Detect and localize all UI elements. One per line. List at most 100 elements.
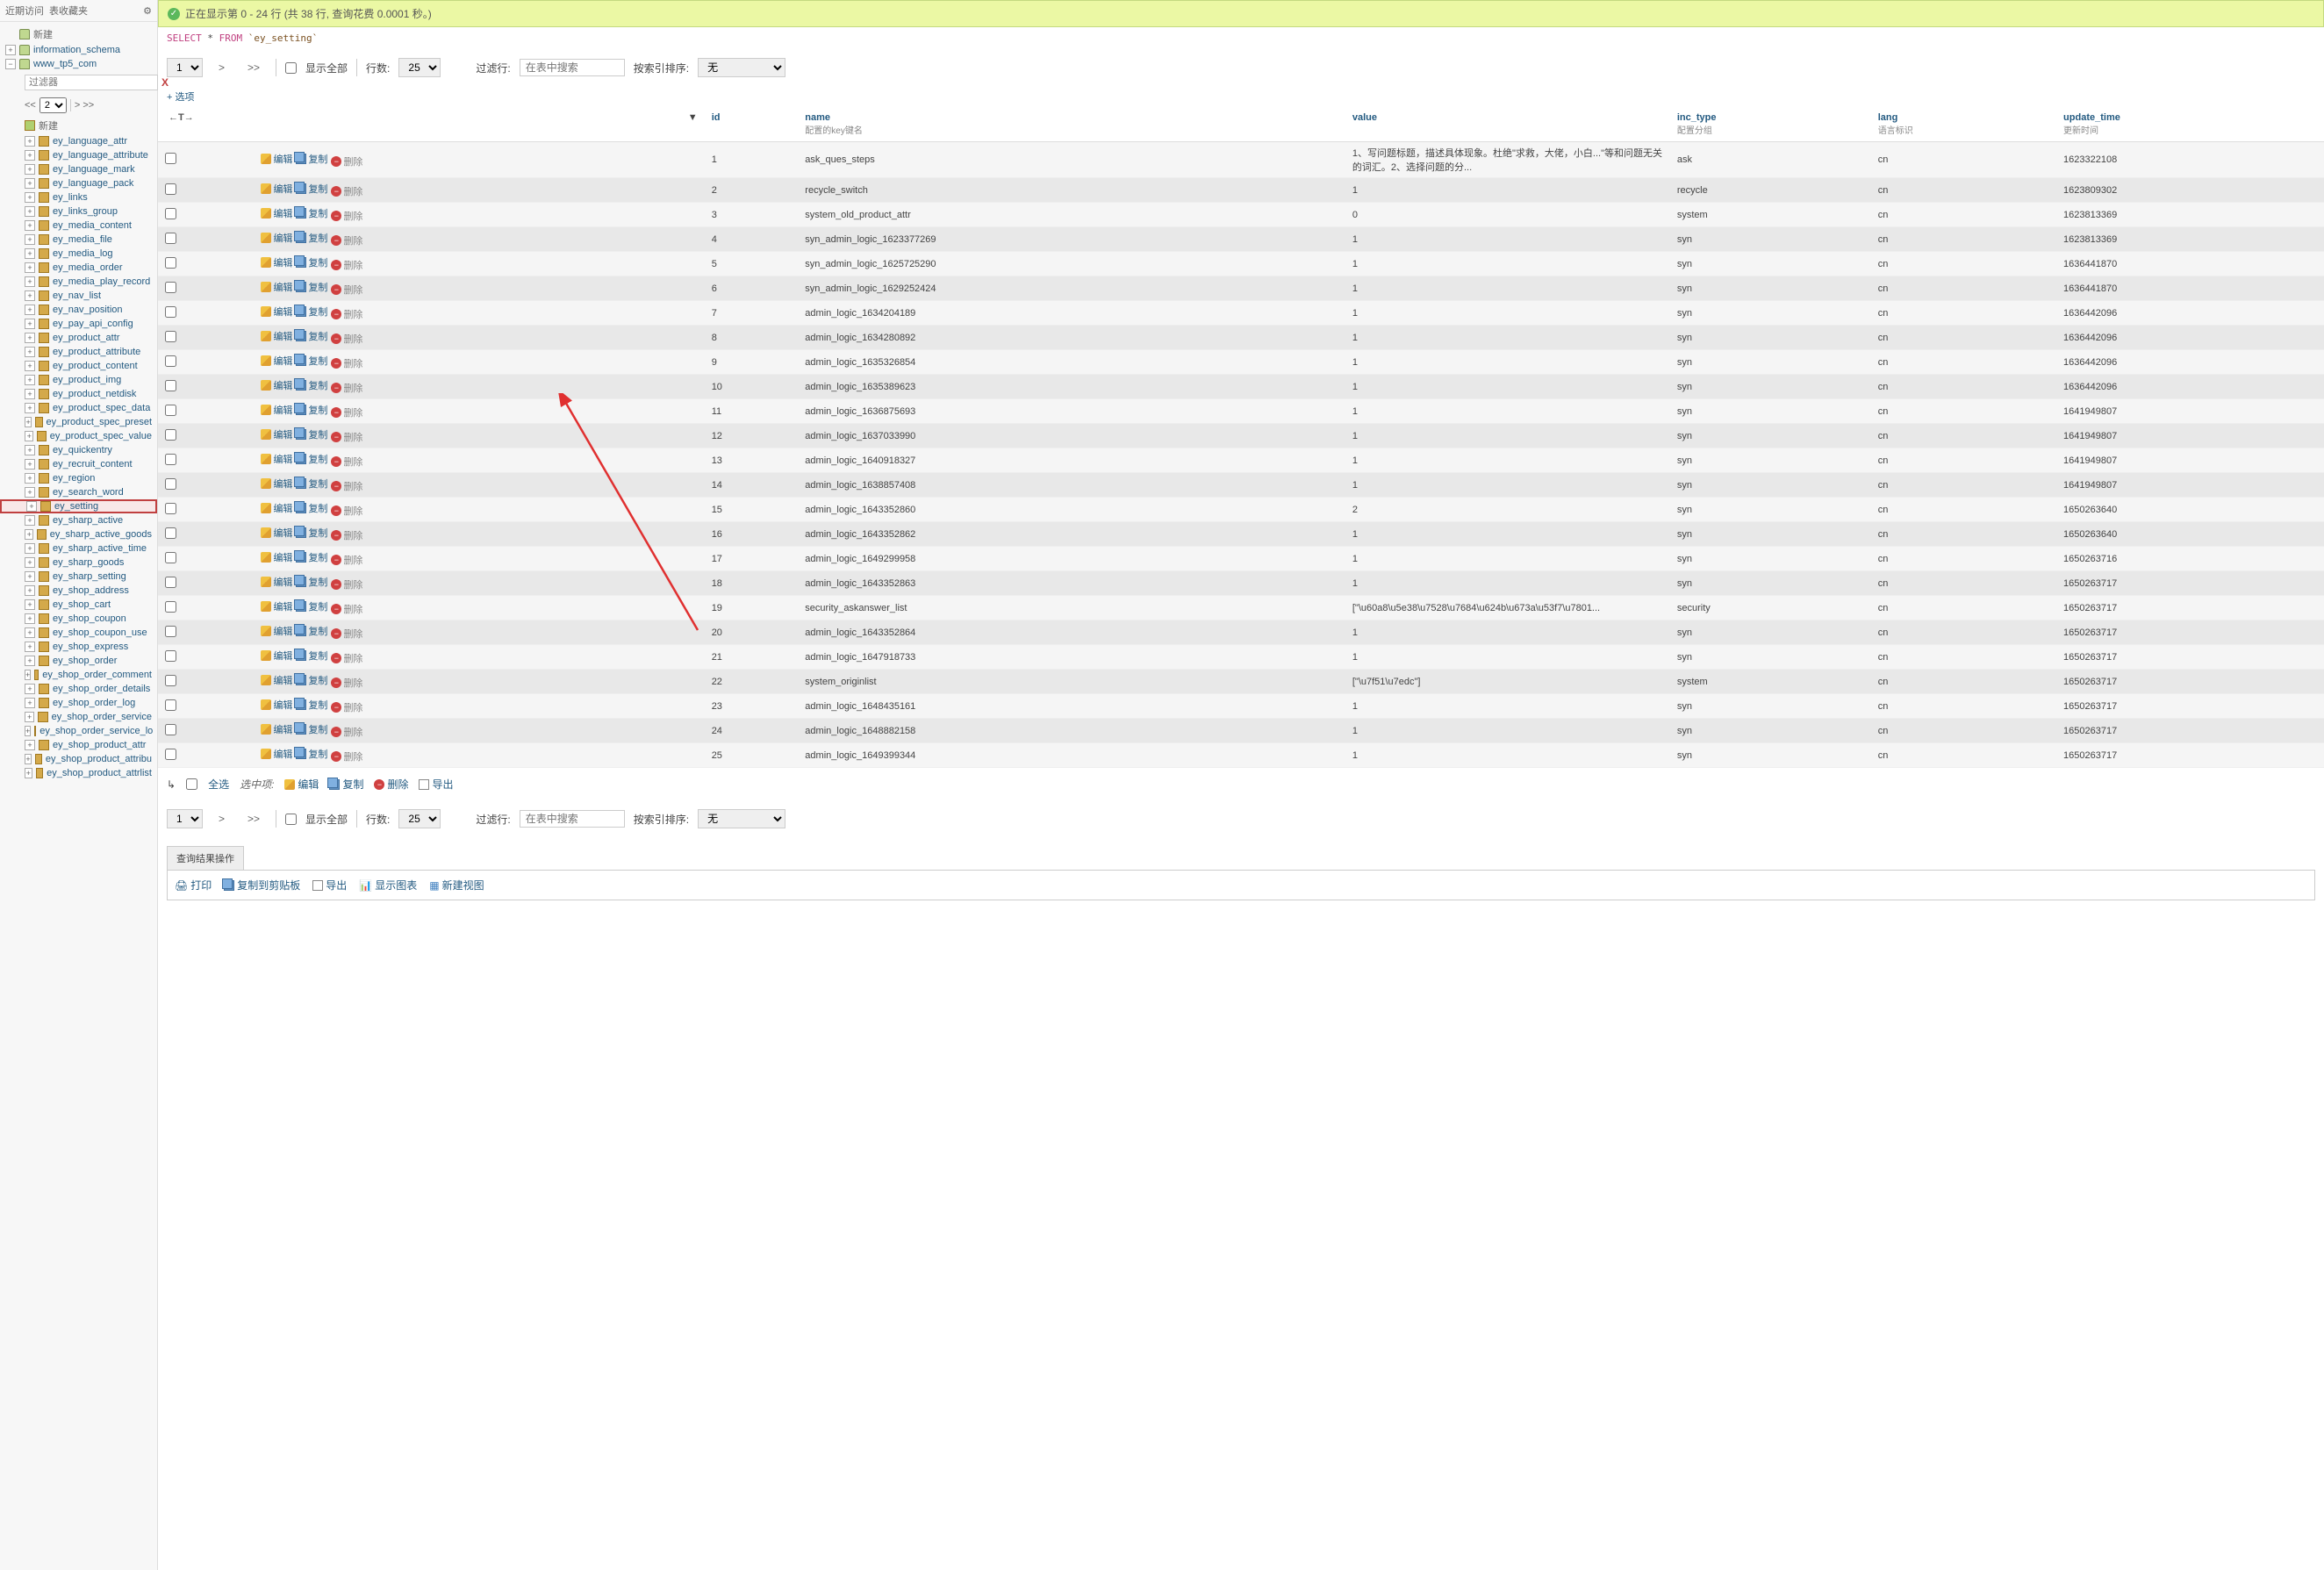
- bulk-copy[interactable]: 复制: [329, 777, 363, 792]
- copy-link[interactable]: 复制: [296, 477, 327, 491]
- copy-link[interactable]: 复制: [296, 255, 327, 269]
- col-name[interactable]: name: [805, 112, 830, 123]
- expand-icon[interactable]: +: [25, 333, 35, 343]
- delete-link[interactable]: −删除: [331, 577, 362, 591]
- table-ey-product-spec-data[interactable]: +ey_product_spec_data: [0, 401, 157, 415]
- expand-icon[interactable]: +: [25, 712, 34, 722]
- expand-icon[interactable]: +: [25, 726, 31, 736]
- row-checkbox[interactable]: [165, 282, 176, 293]
- row-checkbox[interactable]: [165, 183, 176, 195]
- edit-link[interactable]: 编辑: [261, 378, 292, 392]
- sort-select[interactable]: 无: [698, 58, 785, 77]
- table-ey-search-word[interactable]: +ey_search_word: [0, 485, 157, 499]
- table-ey-media-play-record[interactable]: +ey_media_play_record: [0, 275, 157, 289]
- select-all-link[interactable]: 全选: [208, 777, 229, 792]
- expand-icon[interactable]: +: [25, 754, 32, 764]
- bulk-delete[interactable]: −删除: [374, 777, 408, 792]
- table-ey-shop-product-attr[interactable]: +ey_shop_product_attr: [0, 738, 157, 752]
- expand-icon[interactable]: +: [25, 740, 35, 750]
- col-value[interactable]: value: [1352, 112, 1377, 123]
- edit-link[interactable]: 编辑: [261, 575, 292, 589]
- tree-new-table[interactable]: 新建: [0, 117, 157, 134]
- delete-link[interactable]: −删除: [331, 651, 362, 665]
- expand-icon[interactable]: +: [25, 347, 35, 357]
- page-number-select[interactable]: 1: [167, 58, 203, 77]
- delete-link[interactable]: −删除: [331, 258, 362, 272]
- copy-link[interactable]: 复制: [296, 673, 327, 687]
- row-checkbox[interactable]: [165, 724, 176, 735]
- edit-link[interactable]: 编辑: [261, 403, 292, 417]
- table-ey-shop-cart[interactable]: +ey_shop_cart: [0, 598, 157, 612]
- table-ey-language-pack[interactable]: +ey_language_pack: [0, 176, 157, 190]
- delete-link[interactable]: −删除: [331, 602, 362, 616]
- table-ey-language-mark[interactable]: +ey_language_mark: [0, 162, 157, 176]
- create-view-link[interactable]: ▦新建视图: [429, 878, 484, 893]
- table-ey-shop-product-attrlist[interactable]: +ey_shop_product_attrlist: [0, 766, 157, 780]
- expand-icon[interactable]: +: [25, 262, 35, 273]
- expand-icon[interactable]: +: [25, 389, 35, 399]
- copy-link[interactable]: 复制: [296, 354, 327, 368]
- table-ey-sharp-goods[interactable]: +ey_sharp_goods: [0, 556, 157, 570]
- expand-icon[interactable]: +: [25, 319, 35, 329]
- copy-link[interactable]: 复制: [296, 501, 327, 515]
- expand-icon[interactable]: +: [25, 557, 35, 568]
- edit-link[interactable]: 编辑: [261, 599, 292, 613]
- edit-link[interactable]: 编辑: [261, 354, 292, 368]
- table-ey-product-img[interactable]: +ey_product_img: [0, 373, 157, 387]
- table-ey-product-content[interactable]: +ey_product_content: [0, 359, 157, 373]
- edit-link[interactable]: 编辑: [261, 305, 292, 319]
- delete-link[interactable]: −删除: [331, 700, 362, 714]
- filter-input-bottom[interactable]: [520, 810, 625, 828]
- expand-icon[interactable]: +: [25, 220, 35, 231]
- edit-link[interactable]: 编辑: [261, 550, 292, 564]
- copy-link[interactable]: 复制: [296, 624, 327, 638]
- expand-icon[interactable]: +: [25, 585, 35, 596]
- sort-select-bottom[interactable]: 无: [698, 809, 785, 828]
- expand-icon[interactable]: +: [5, 45, 16, 55]
- row-checkbox[interactable]: [165, 233, 176, 244]
- chart-link[interactable]: 📊显示图表: [359, 878, 417, 893]
- page-next[interactable]: > >>: [75, 100, 94, 111]
- copy-link[interactable]: 复制: [296, 378, 327, 392]
- expand-icon[interactable]: +: [25, 670, 31, 680]
- expand-icon[interactable]: +: [25, 768, 32, 778]
- table-ey-language-attr[interactable]: +ey_language_attr: [0, 134, 157, 148]
- expand-icon[interactable]: +: [25, 403, 35, 413]
- row-checkbox[interactable]: [165, 650, 176, 662]
- edit-link[interactable]: 编辑: [261, 477, 292, 491]
- delete-link[interactable]: −删除: [331, 725, 362, 739]
- col-lang[interactable]: lang: [1878, 112, 1898, 123]
- show-all-checkbox-bottom[interactable]: [285, 814, 297, 825]
- row-checkbox[interactable]: [165, 306, 176, 318]
- delete-link[interactable]: −删除: [331, 504, 362, 518]
- row-checkbox[interactable]: [165, 153, 176, 164]
- copy-link[interactable]: 复制: [296, 152, 327, 166]
- copy-link[interactable]: 复制: [296, 526, 327, 540]
- table-ey-product-attr[interactable]: +ey_product_attr: [0, 331, 157, 345]
- edit-link[interactable]: 编辑: [261, 452, 292, 466]
- row-checkbox[interactable]: [165, 380, 176, 391]
- expand-icon[interactable]: +: [25, 473, 35, 484]
- next-page-button-bottom[interactable]: >: [212, 811, 232, 827]
- col-id[interactable]: id: [712, 112, 721, 123]
- bulk-export[interactable]: 导出: [419, 777, 453, 792]
- delete-link[interactable]: −删除: [331, 479, 362, 493]
- sort-arrows[interactable]: ←T→ ▼: [158, 107, 705, 142]
- page-number-select-bottom[interactable]: 1: [167, 809, 203, 828]
- edit-link[interactable]: 编辑: [261, 624, 292, 638]
- dropdown-icon[interactable]: ▼: [688, 112, 698, 123]
- expand-icon[interactable]: +: [25, 698, 35, 708]
- table-ey-product-attribute[interactable]: +ey_product_attribute: [0, 345, 157, 359]
- table-ey-product-spec-preset[interactable]: +ey_product_spec_preset: [0, 415, 157, 429]
- row-checkbox[interactable]: [165, 405, 176, 416]
- expand-icon[interactable]: +: [25, 642, 35, 652]
- row-checkbox[interactable]: [165, 429, 176, 441]
- copy-link[interactable]: 复制: [296, 747, 327, 761]
- expand-icon[interactable]: +: [25, 164, 35, 175]
- table-ey-nav-position[interactable]: +ey_nav_position: [0, 303, 157, 317]
- row-checkbox[interactable]: [165, 552, 176, 563]
- edit-link[interactable]: 编辑: [261, 698, 292, 712]
- table-ey-shop-address[interactable]: +ey_shop_address: [0, 584, 157, 598]
- tree-new-db[interactable]: 新建: [0, 25, 157, 43]
- delete-link[interactable]: −删除: [331, 283, 362, 297]
